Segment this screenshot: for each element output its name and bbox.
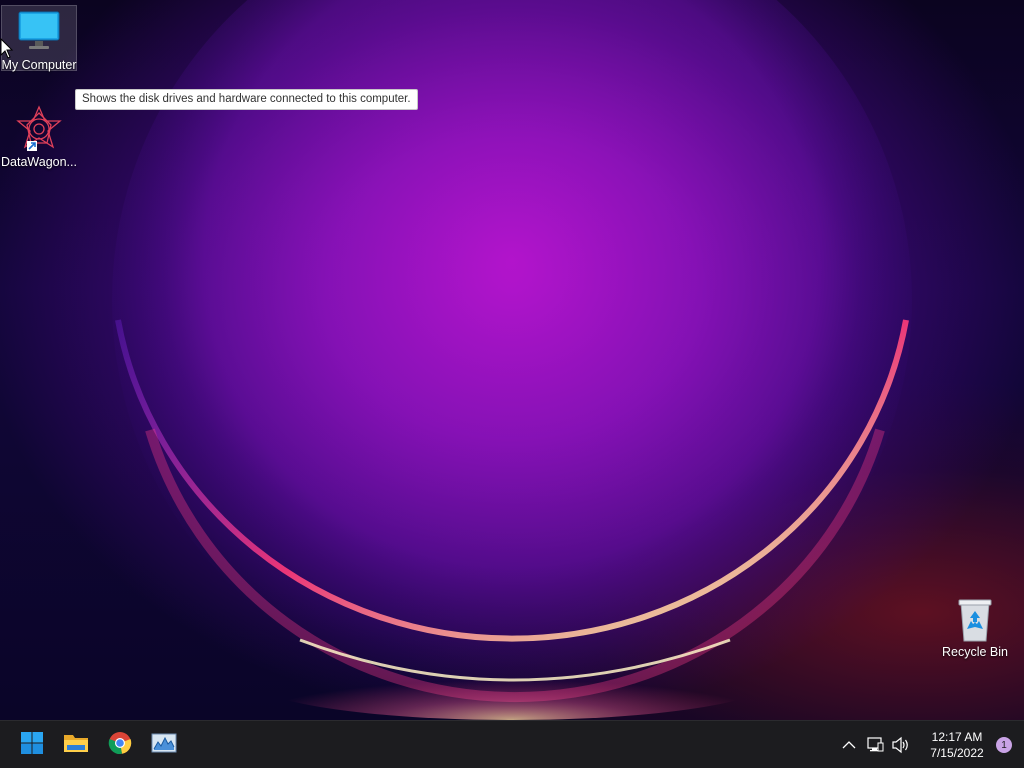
chrome-icon bbox=[108, 731, 132, 759]
mouse-cursor-icon bbox=[0, 37, 14, 64]
desktop-icon-recycle-bin[interactable]: Recycle Bin bbox=[937, 593, 1013, 659]
network-icon[interactable] bbox=[863, 733, 887, 757]
chart-monitor-icon bbox=[151, 732, 177, 758]
clock-time: 12:17 AM bbox=[931, 730, 983, 744]
system-tray: 12:17 AM 7/15/2022 1 bbox=[836, 721, 1024, 769]
folder-icon bbox=[63, 731, 89, 759]
clock[interactable]: 12:17 AM 7/15/2022 bbox=[924, 729, 990, 761]
taskbar-chrome-button[interactable] bbox=[100, 725, 140, 765]
taskbar-performance-monitor-button[interactable] bbox=[144, 725, 184, 765]
taskbar: 12:17 AM 7/15/2022 1 bbox=[0, 720, 1024, 768]
taskbar-file-explorer-button[interactable] bbox=[56, 725, 96, 765]
clock-date: 7/15/2022 bbox=[930, 746, 984, 760]
desktop-icon-label: Recycle Bin bbox=[942, 645, 1008, 659]
desktop-icon-datawagon[interactable]: DataWagon... bbox=[1, 103, 77, 169]
chevron-up-icon[interactable] bbox=[837, 733, 861, 757]
recycle-bin-icon bbox=[951, 595, 999, 643]
monitor-icon bbox=[15, 8, 63, 56]
notification-badge[interactable]: 1 bbox=[996, 737, 1012, 753]
windows-start-icon bbox=[20, 731, 44, 759]
desktop-icon-label: DataWagon... bbox=[1, 155, 77, 169]
start-button[interactable] bbox=[12, 725, 52, 765]
volume-icon[interactable] bbox=[889, 733, 913, 757]
desktop[interactable]: My Computer DataWagon... Recycle Bin Sho… bbox=[0, 0, 1024, 720]
tooltip: Shows the disk drives and hardware conne… bbox=[75, 89, 418, 110]
datawagon-app-icon bbox=[15, 105, 63, 153]
